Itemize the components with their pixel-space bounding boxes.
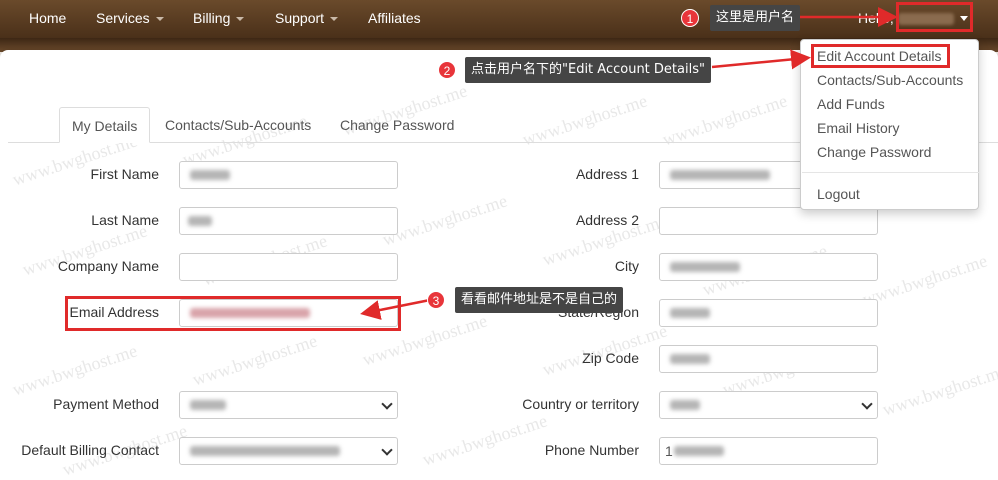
arrow-step-3	[360, 298, 431, 320]
annotation-step-3: 看看邮件地址是不是自己的	[455, 287, 624, 313]
arrow-step-2	[711, 49, 811, 70]
step-badge-3: 3	[427, 291, 445, 309]
step-badge-1: 1	[681, 9, 699, 27]
step-badge-2: 2	[438, 61, 456, 79]
annotation-step-1: 这里是用户名	[710, 5, 801, 31]
annotation-step-2: 点击用户名下的"Edit Account Details"	[465, 57, 711, 83]
